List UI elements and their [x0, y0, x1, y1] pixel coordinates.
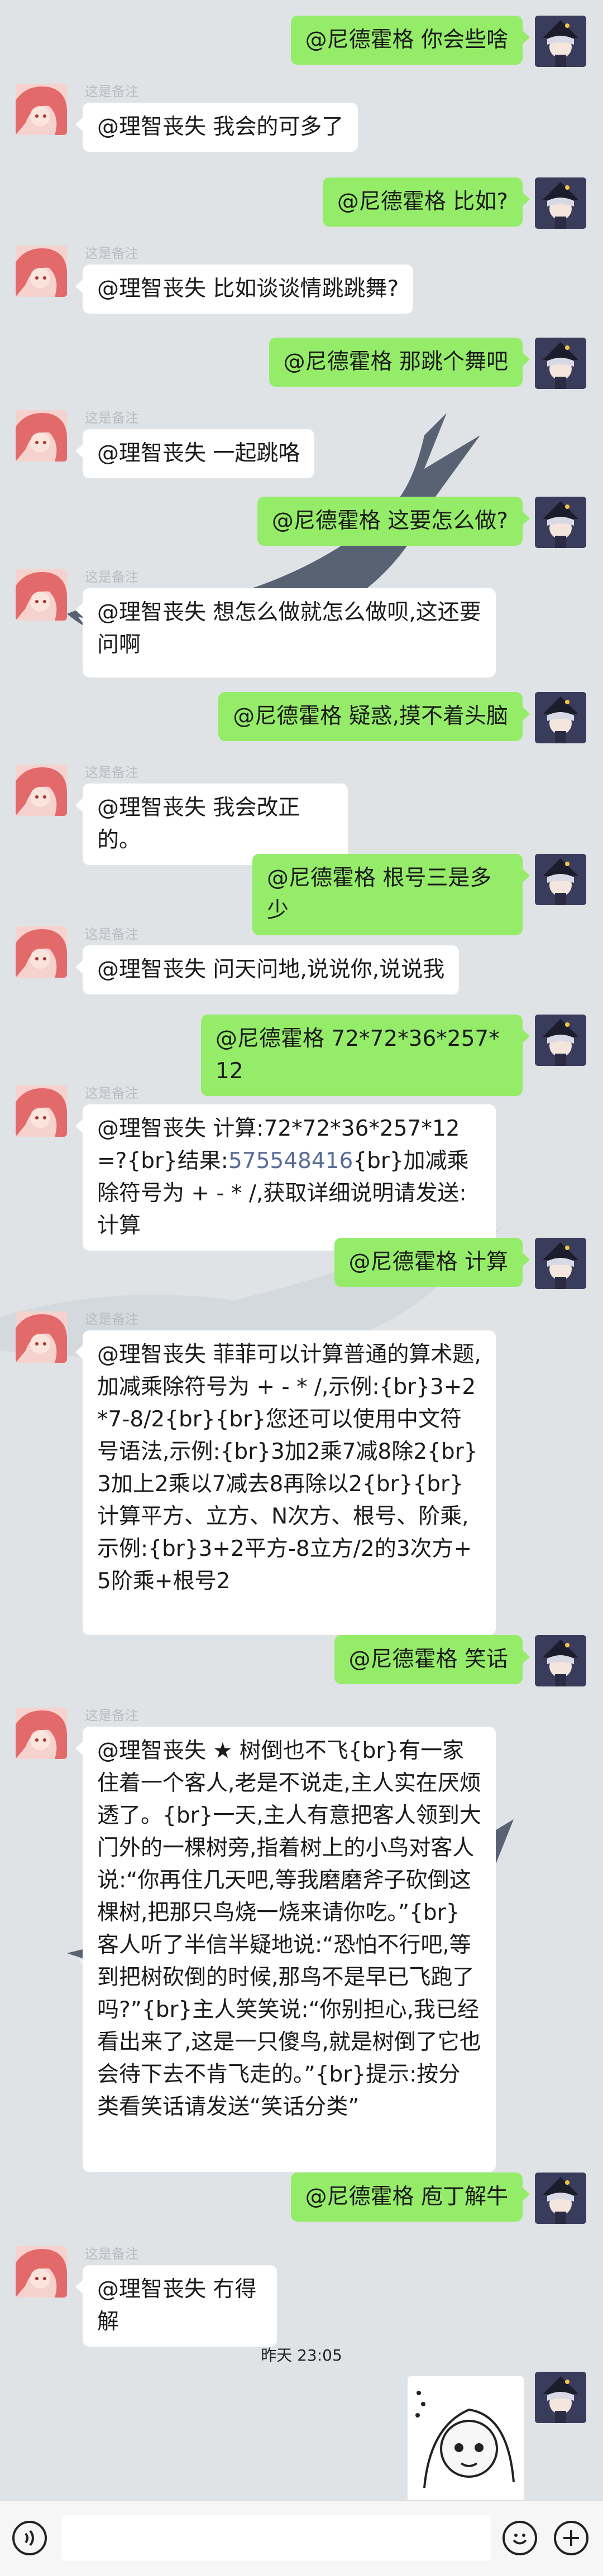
- message-bubble[interactable]: @尼德霍格 72*72*36*257*12: [201, 1015, 530, 1096]
- message-bubble[interactable]: @尼德霍格 你会些啥: [290, 16, 530, 65]
- outgoing-message: @尼德霍格 计算: [0, 1238, 603, 1289]
- outgoing-message: @尼德霍格 庖丁解牛: [0, 2173, 603, 2224]
- outgoing-message: @尼德霍格 那跳个舞吧: [0, 338, 603, 389]
- message-bubble[interactable]: @理智丧失 我会改正的。: [75, 784, 348, 865]
- bot-avatar[interactable]: [16, 1311, 67, 1363]
- sender-nickname: 这是备注: [85, 2246, 138, 2262]
- sticker-image[interactable]: [408, 2376, 524, 2500]
- incoming-message: 这是备注 @理智丧失 冇得解: [0, 2246, 603, 2347]
- bot-avatar[interactable]: [16, 2246, 67, 2298]
- outgoing-message: @尼德霍格 疑惑,摸不着头脑: [0, 692, 603, 743]
- sender-nickname: 这是备注: [85, 926, 138, 942]
- sender-nickname: 这是备注: [85, 765, 138, 780]
- user-avatar[interactable]: [535, 2372, 586, 2423]
- message-bubble[interactable]: @理智丧失 冇得解: [75, 2265, 277, 2347]
- user-avatar[interactable]: [535, 177, 586, 229]
- sender-nickname: 这是备注: [85, 410, 138, 426]
- message-bubble[interactable]: @尼德霍格 计算: [334, 1238, 530, 1287]
- message-bubble[interactable]: @理智丧失 一起跳咯: [75, 429, 315, 478]
- incoming-message: 这是备注 @理智丧失 我会的可多了: [0, 84, 603, 152]
- user-avatar[interactable]: [535, 16, 586, 67]
- outgoing-message: @尼德霍格 这要怎么做?: [0, 497, 603, 548]
- incoming-message: 这是备注 @理智丧失 想怎么做就怎么做呗,这还要问啊: [0, 569, 603, 679]
- sender-nickname: 这是备注: [85, 1708, 138, 1723]
- outgoing-sticker-message: [0, 2372, 603, 2500]
- timestamp: 昨天 23:05: [0, 2341, 603, 2368]
- sender-nickname: 这是备注: [85, 1085, 138, 1101]
- message-bubble[interactable]: @理智丧失 问天问地,说说你,说说我: [75, 945, 460, 994]
- bot-avatar[interactable]: [16, 569, 67, 621]
- bot-avatar[interactable]: [16, 1085, 67, 1137]
- emoji-icon[interactable]: [502, 2521, 537, 2555]
- timestamp-label: 昨天 23:05: [261, 2346, 342, 2364]
- incoming-message: 这是备注 @理智丧失 比如谈谈情跳跳舞?: [0, 246, 603, 314]
- sender-nickname: 这是备注: [85, 569, 138, 585]
- incoming-message: 这是备注 @理智丧失 计算:72*72*36*257*12=?{br}结果:575…: [0, 1085, 603, 1251]
- user-avatar[interactable]: [535, 2173, 586, 2224]
- incoming-message: 这是备注 @理智丧失 我会改正的。: [0, 765, 603, 865]
- message-bubble[interactable]: @理智丧失 我会的可多了: [75, 103, 358, 152]
- outgoing-message: @尼德霍格 72*72*36*257*12: [0, 1015, 603, 1096]
- outgoing-message: @尼德霍格 比如?: [0, 177, 603, 229]
- message-bubble[interactable]: @尼德霍格 笑话: [334, 1635, 530, 1684]
- sender-nickname: 这是备注: [85, 1311, 138, 1327]
- bot-avatar[interactable]: [16, 84, 67, 135]
- user-avatar[interactable]: [535, 692, 586, 743]
- message-bubble[interactable]: @尼德霍格 那跳个舞吧: [269, 338, 530, 387]
- message-bubble[interactable]: @尼德霍格 庖丁解牛: [290, 2173, 530, 2222]
- result-number[interactable]: 575548416: [228, 1148, 353, 1174]
- outgoing-message: @尼德霍格 根号三是多少: [0, 854, 603, 935]
- user-avatar[interactable]: [535, 338, 586, 389]
- incoming-message: 这是备注 @理智丧失 一起跳咯: [0, 410, 603, 478]
- message-bubble[interactable]: @理智丧失 比如谈谈情跳跳舞?: [75, 265, 414, 314]
- bot-avatar[interactable]: [16, 410, 67, 462]
- outgoing-message: @尼德霍格 笑话: [0, 1635, 603, 1686]
- sender-nickname: 这是备注: [85, 246, 138, 261]
- bot-avatar[interactable]: [16, 926, 67, 978]
- chat-area[interactable]: @尼德霍格 你会些啥这是备注 @理智丧失 我会的可多了 @尼德霍格 比如? 这是备注 @…: [0, 0, 603, 2500]
- user-avatar[interactable]: [535, 854, 586, 905]
- user-avatar[interactable]: [535, 1015, 586, 1066]
- bot-avatar[interactable]: [16, 1708, 67, 1759]
- message-bubble[interactable]: @尼德霍格 比如?: [322, 177, 530, 227]
- message-bubble[interactable]: @理智丧失 ★ 树倒也不飞{br}有一家住着一个客人,老是不说走,主人实在厌烦透…: [75, 1727, 496, 2172]
- message-bubble[interactable]: @理智丧失 计算:72*72*36*257*12=?{br}结果:5755484…: [75, 1104, 496, 1251]
- bot-avatar[interactable]: [16, 246, 67, 297]
- incoming-message: 这是备注 @理智丧失 菲菲可以计算普通的算术题,加减乘除符号为 + - * /,示…: [0, 1311, 603, 1636]
- incoming-message: 这是备注 @理智丧失 问天问地,说说你,说说我: [0, 926, 603, 994]
- voice-icon[interactable]: [12, 2521, 47, 2555]
- sender-nickname: 这是备注: [85, 84, 138, 99]
- message-input[interactable]: [61, 2515, 491, 2561]
- user-avatar[interactable]: [535, 1238, 586, 1289]
- message-bubble[interactable]: @理智丧失 菲菲可以计算普通的算术题,加减乘除符号为 + - * /,示例:{b…: [75, 1330, 496, 1635]
- incoming-message: 这是备注 @理智丧失 ★ 树倒也不飞{br}有一家住着一个客人,老是不说走,主人实…: [0, 1708, 603, 2173]
- message-bubble[interactable]: @尼德霍格 这要怎么做?: [257, 497, 530, 546]
- message-bubble[interactable]: @尼德霍格 疑惑,摸不着头脑: [218, 692, 530, 741]
- outgoing-message: @尼德霍格 你会些啥: [0, 16, 603, 67]
- message-bubble[interactable]: @理智丧失 想怎么做就怎么做呗,这还要问啊: [75, 588, 496, 677]
- bot-avatar[interactable]: [16, 765, 67, 816]
- input-bar: [0, 2500, 603, 2576]
- user-avatar[interactable]: [535, 1635, 586, 1686]
- plus-icon[interactable]: [554, 2521, 588, 2555]
- message-bubble[interactable]: @尼德霍格 根号三是多少: [252, 854, 530, 935]
- user-avatar[interactable]: [535, 497, 586, 548]
